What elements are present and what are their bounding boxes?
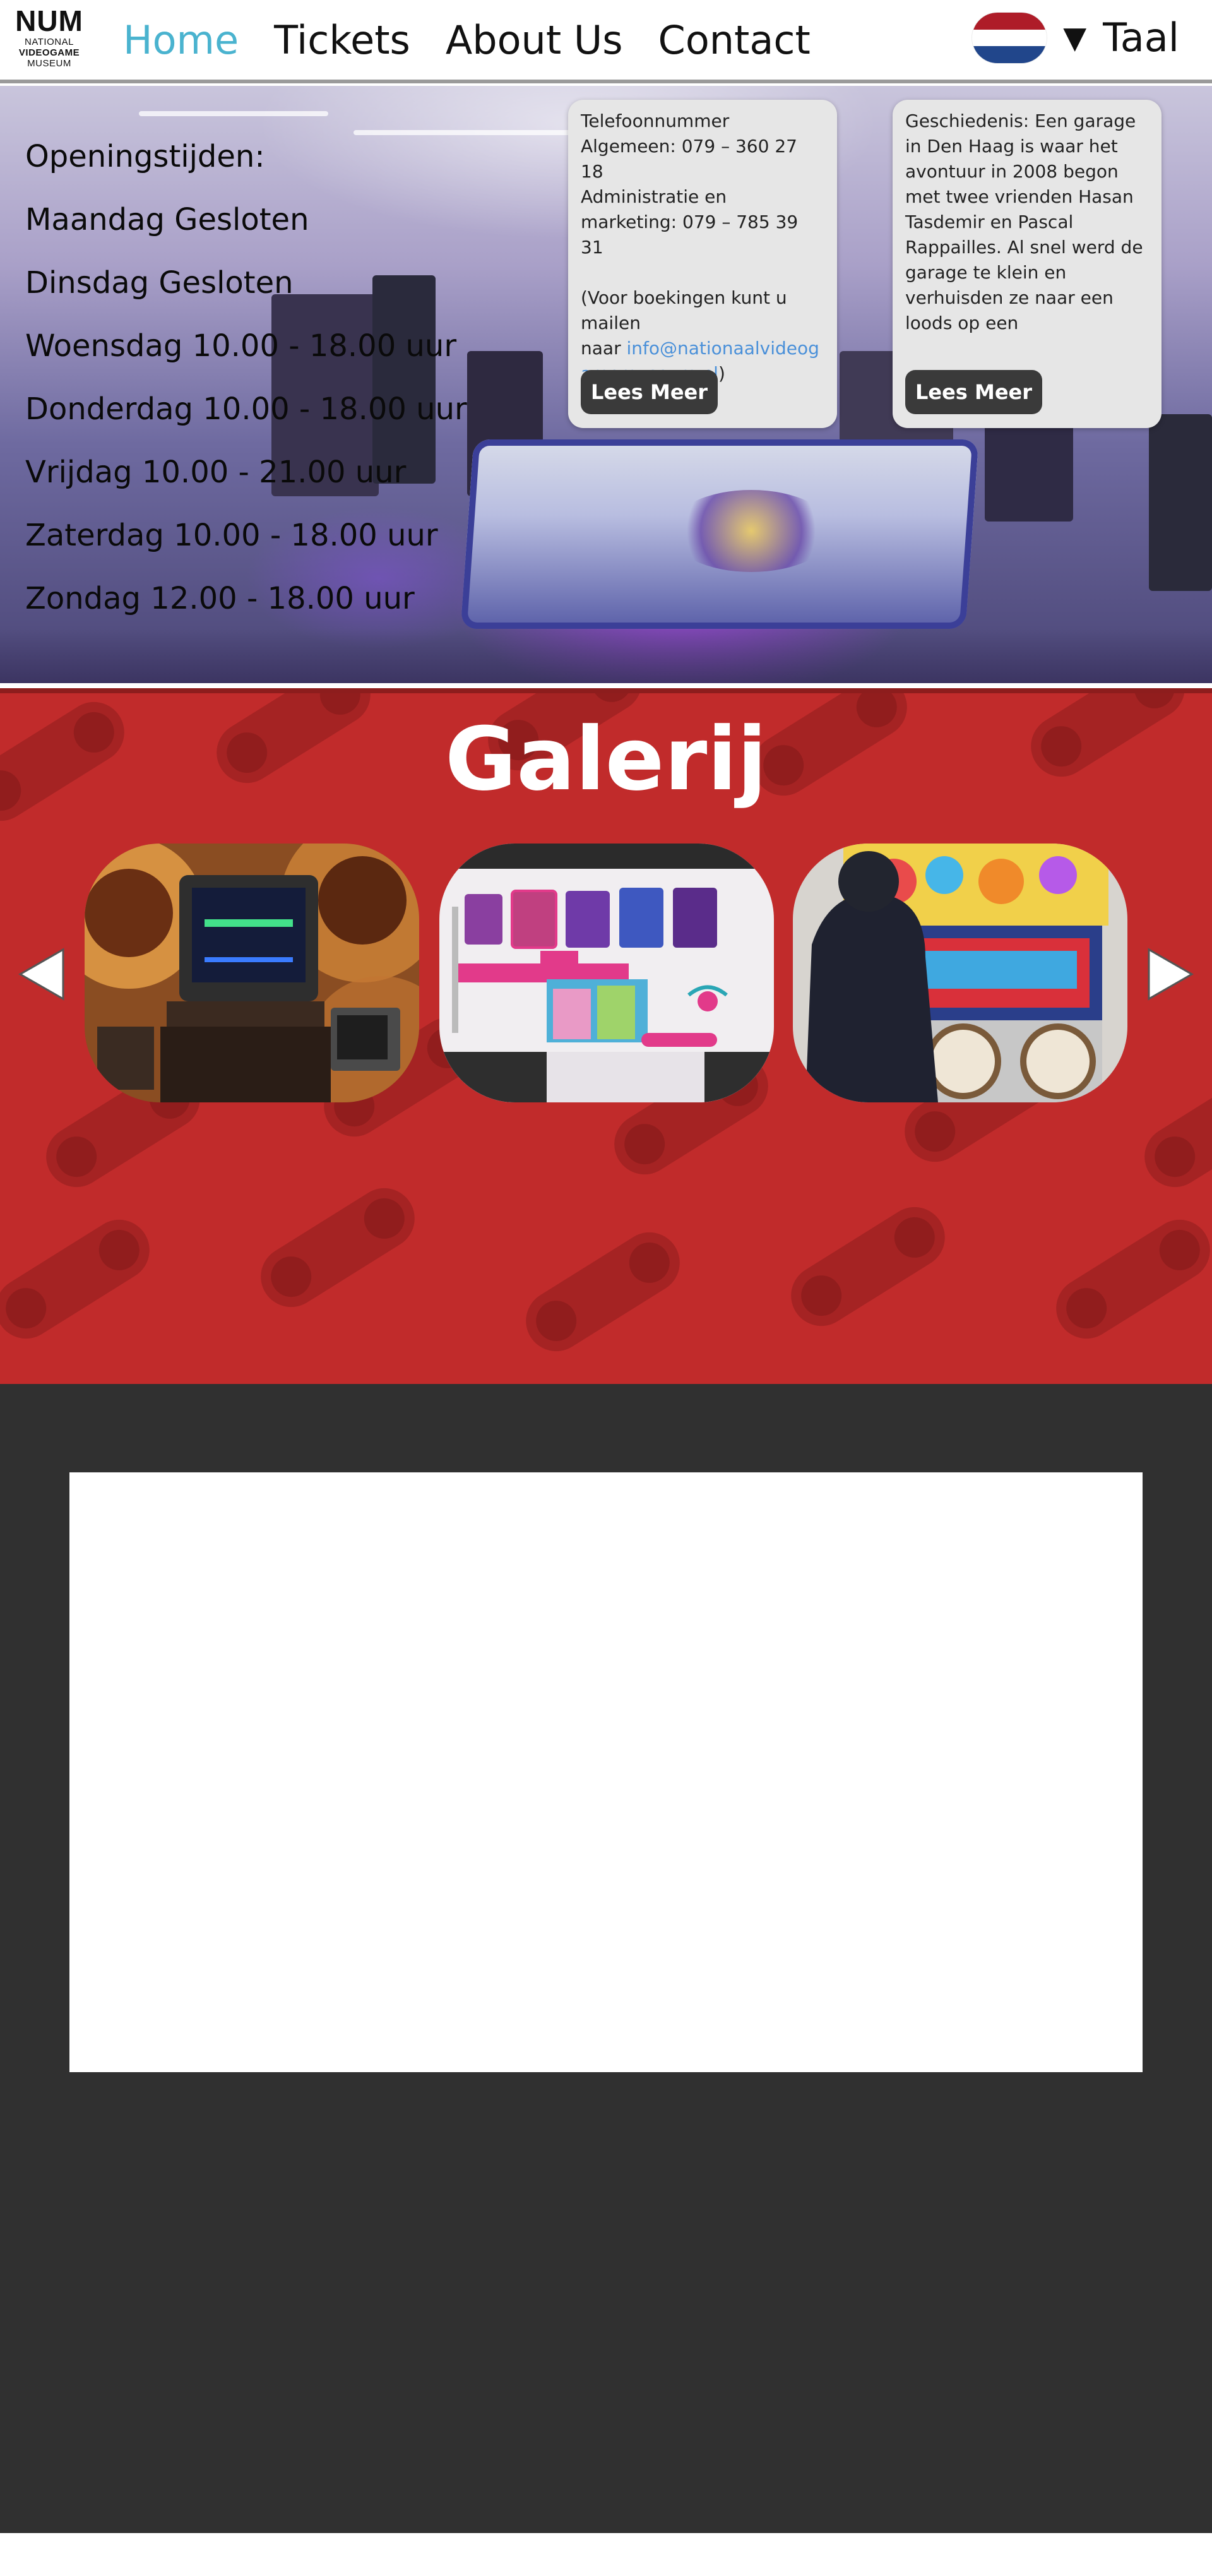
gallery-image-drum-arcade[interactable] xyxy=(793,844,1127,1102)
hours-wednesday: Woensdag 10.00 - 18.00 uur xyxy=(25,328,457,364)
contact-read-more-button[interactable]: Lees Meer xyxy=(581,370,718,414)
nav-contact[interactable]: Contact xyxy=(658,15,811,66)
site-header: NUM NATIONAL VIDEOGAME MUSEUM Home Ticke… xyxy=(0,0,1212,83)
content-section xyxy=(0,1384,1212,2533)
history-read-more-button[interactable]: Lees Meer xyxy=(905,370,1043,414)
main-nav: Home Tickets About Us Contact xyxy=(123,15,811,66)
logo-line-museum: MUSEUM xyxy=(27,58,71,69)
language-label[interactable]: Taal xyxy=(1103,13,1179,63)
hours-monday: Maandag Gesloten xyxy=(25,202,309,237)
just-dance-photo xyxy=(439,844,774,1102)
opening-hours: Openingstijden: Maandag Gesloten Dinsdag… xyxy=(25,125,467,630)
hours-friday: Vrijdag 10.00 - 21.00 uur xyxy=(25,455,407,490)
drum-arcade-photo xyxy=(793,844,1127,1102)
ceiling-light xyxy=(139,111,328,116)
dropdown-caret-icon[interactable]: ▼ xyxy=(1063,13,1086,63)
nav-home[interactable]: Home xyxy=(123,15,239,66)
retro-tv-photo xyxy=(85,844,419,1102)
contact-card-text: Telefoonnummer Algemeen: 079 – 360 27 18… xyxy=(581,109,824,386)
dutch-flag-icon[interactable] xyxy=(972,13,1047,63)
hours-saturday: Zaterdag 10.00 - 18.00 uur xyxy=(25,518,438,553)
logo-mark: NUM xyxy=(15,4,83,37)
contact-card: Telefoonnummer Algemeen: 079 – 360 27 18… xyxy=(568,100,837,428)
gallery-title: Galerij xyxy=(445,708,767,810)
previous-arrow-icon[interactable] xyxy=(16,946,67,1003)
next-arrow-icon[interactable] xyxy=(1145,946,1196,1003)
contact-closing: ) xyxy=(718,363,725,384)
history-card-text: Geschiedenis: Een garage in Den Haag is … xyxy=(905,110,1149,333)
hours-sunday: Zondag 12.00 - 18.00 uur xyxy=(25,581,415,616)
floor-shadow xyxy=(0,629,1212,683)
logo-line-national: NATIONAL xyxy=(25,37,74,47)
controller-pattern xyxy=(514,1220,691,1363)
gallery-image-just-dance[interactable] xyxy=(439,844,774,1102)
logo-line-videogame: VIDEOGAME xyxy=(18,47,80,58)
arcade-cabinet xyxy=(1149,414,1212,591)
museum-logo[interactable]: NUM NATIONAL VIDEOGAME MUSEUM xyxy=(13,5,86,78)
history-card: Geschiedenis: Een garage in Den Haag is … xyxy=(893,100,1162,428)
language-selector[interactable]: ▼ Taal xyxy=(972,13,1179,63)
controller-pattern xyxy=(0,1208,161,1351)
gallery-image-retro-tv[interactable] xyxy=(85,844,419,1102)
controller-pattern xyxy=(1133,1056,1212,1199)
hero-section: Openingstijden: Maandag Gesloten Dinsdag… xyxy=(0,86,1212,683)
gallery-section: Galerij xyxy=(0,688,1212,1384)
nav-tickets[interactable]: Tickets xyxy=(274,15,410,66)
nav-about-us[interactable]: About Us xyxy=(446,15,623,66)
content-panel xyxy=(69,1472,1143,2072)
hours-tuesday: Dinsdag Gesloten xyxy=(25,265,294,301)
controller-pattern xyxy=(780,1195,956,1338)
controller-pattern xyxy=(249,1176,426,1319)
contact-details: Telefoonnummer Algemeen: 079 – 360 27 18… xyxy=(581,110,799,359)
controller-pattern xyxy=(1045,1208,1212,1351)
opening-hours-title: Openingstijden: xyxy=(25,139,265,174)
page-footer xyxy=(0,2533,1212,2576)
air-hockey-logo xyxy=(669,490,833,572)
hours-thursday: Donderdag 10.00 - 18.00 uur xyxy=(25,391,467,427)
